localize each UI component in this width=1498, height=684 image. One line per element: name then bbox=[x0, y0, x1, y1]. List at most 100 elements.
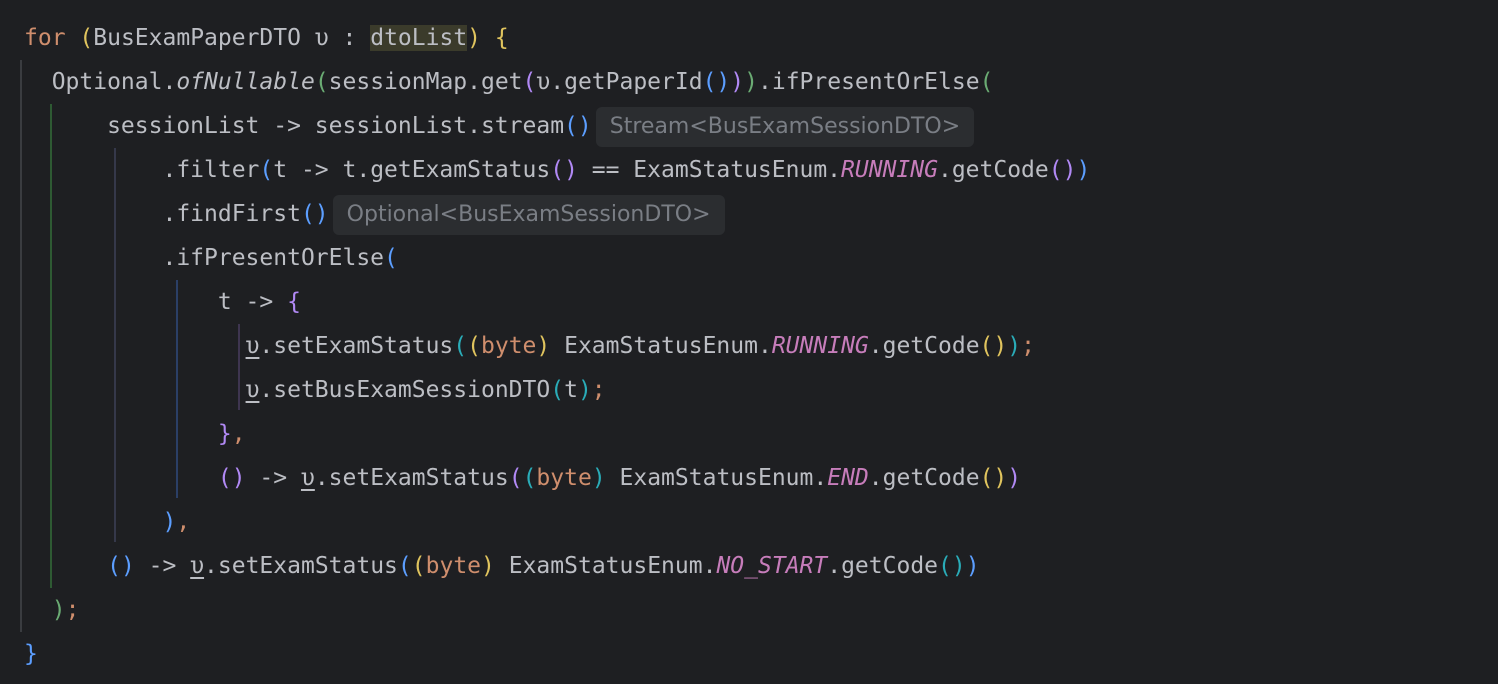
code-token: () bbox=[217, 465, 246, 491]
code-token: () bbox=[979, 333, 1008, 359]
code-token: υ bbox=[190, 553, 205, 579]
code-line[interactable]: υ.setBusExamSessionDTO(t); bbox=[24, 368, 606, 412]
code-token: for bbox=[24, 25, 66, 51]
code-line[interactable]: Optional.ofNullable(sessionMap.get(υ.get… bbox=[24, 60, 994, 104]
code-token: ( bbox=[467, 333, 482, 359]
code-token: ) bbox=[1007, 465, 1022, 491]
code-token: υ : bbox=[300, 25, 371, 51]
code-token: -> bbox=[245, 465, 301, 491]
code-token: END bbox=[827, 465, 869, 491]
code-token: Optional. bbox=[24, 69, 177, 95]
code-line[interactable]: for (BusExamPaperDTO υ : dtoList) { bbox=[24, 16, 509, 60]
code-token: { bbox=[287, 289, 301, 315]
code-token: ExamStatusEnum. bbox=[550, 333, 772, 359]
code-token: ) bbox=[965, 553, 980, 579]
code-token: ) bbox=[467, 25, 482, 51]
code-token: byte bbox=[481, 333, 537, 359]
code-token: ( bbox=[522, 465, 537, 491]
code-token: ofNullable bbox=[176, 69, 315, 95]
code-token: ) bbox=[51, 597, 66, 623]
code-token: ) bbox=[1007, 333, 1022, 359]
code-token: .setExamStatus bbox=[314, 465, 509, 491]
code-token: .findFirst bbox=[24, 201, 301, 227]
code-token: RUNNING bbox=[771, 333, 869, 359]
code-token: () bbox=[300, 201, 329, 227]
code-token: -> bbox=[134, 553, 191, 579]
code-token: byte bbox=[425, 553, 482, 579]
code-token: ) bbox=[536, 333, 551, 359]
code-line[interactable]: .findFirst() Optional<BusExamSessionDTO> bbox=[24, 192, 725, 236]
code-token: ( bbox=[397, 553, 412, 579]
code-token: ExamStatusEnum. bbox=[494, 553, 717, 579]
code-token: ExamStatusEnum. bbox=[605, 465, 828, 491]
code-token: ) bbox=[577, 377, 592, 403]
code-token: () bbox=[1048, 157, 1077, 183]
code-token: .getCode bbox=[868, 465, 980, 491]
code-token: ( bbox=[453, 333, 468, 359]
code-token: NO_START bbox=[716, 553, 828, 579]
code-token: ( bbox=[79, 25, 94, 51]
code-line[interactable]: t -> { bbox=[24, 280, 301, 324]
code-token: , bbox=[231, 421, 246, 447]
code-token: .getCode bbox=[868, 333, 980, 359]
code-token: υ bbox=[300, 465, 315, 491]
code-line[interactable]: ), bbox=[24, 500, 190, 544]
code-token: () bbox=[550, 157, 578, 183]
code-token: ) bbox=[1076, 157, 1091, 183]
code-token: .setBusExamSessionDTO bbox=[259, 377, 551, 403]
code-token: t -> bbox=[24, 289, 288, 315]
code-token: { bbox=[494, 25, 509, 51]
code-token: } bbox=[24, 641, 38, 667]
code-token: ) bbox=[591, 465, 606, 491]
code-token: υ bbox=[245, 377, 260, 403]
code-editor[interactable]: for (BusExamPaperDTO υ : dtoList) { Opti… bbox=[0, 0, 1498, 684]
code-line[interactable]: ); bbox=[24, 588, 80, 632]
code-token: () bbox=[702, 69, 731, 95]
type-inlay-hint: Optional<BusExamSessionDTO> bbox=[332, 194, 725, 235]
code-token: () bbox=[979, 465, 1008, 491]
code-token: sessionMap.get bbox=[328, 69, 523, 95]
code-line[interactable]: () -> υ.setExamStatus((byte) ExamStatusE… bbox=[24, 544, 980, 588]
code-line[interactable]: υ.setExamStatus((byte) ExamStatusEnum.RU… bbox=[24, 324, 1035, 368]
code-line[interactable]: sessionList -> sessionList.stream() Strea… bbox=[24, 104, 975, 148]
code-token: ( bbox=[259, 157, 274, 183]
code-token: () bbox=[564, 113, 592, 139]
code-token: sessionList -> sessionList.stream bbox=[24, 113, 565, 139]
code-line[interactable]: .filter(t -> t.getExamStatus() == ExamSt… bbox=[24, 148, 1090, 192]
code-token: .getCode bbox=[827, 553, 939, 579]
code-line[interactable]: } bbox=[24, 632, 38, 676]
code-token: ) bbox=[481, 553, 495, 579]
code-token: .ifPresentOrElse bbox=[24, 245, 385, 271]
code-token: () bbox=[938, 553, 966, 579]
code-token: ) bbox=[730, 69, 745, 95]
code-token: ( bbox=[550, 377, 565, 403]
code-token: == ExamStatusEnum. bbox=[577, 157, 842, 183]
code-token: ; bbox=[591, 377, 606, 403]
code-token: t bbox=[564, 377, 578, 403]
code-token: υ.getPaperId bbox=[536, 69, 703, 95]
code-token: byte bbox=[536, 465, 592, 491]
code-line[interactable]: }, bbox=[24, 412, 246, 456]
code-line[interactable]: () -> υ.setExamStatus((byte) ExamStatusE… bbox=[24, 456, 1021, 500]
code-line[interactable]: .ifPresentOrElse( bbox=[24, 236, 398, 280]
code-token: , bbox=[176, 509, 191, 535]
code-token: t -> t.getExamStatus bbox=[273, 157, 551, 183]
code-token: .filter bbox=[24, 157, 260, 183]
code-token: ( bbox=[508, 465, 523, 491]
code-token: ( bbox=[979, 69, 994, 95]
code-token: } bbox=[217, 421, 232, 447]
code-token: υ bbox=[245, 333, 260, 359]
code-token: ( bbox=[384, 245, 398, 271]
code-token: ) bbox=[744, 69, 758, 95]
code-token: .ifPresentOrElse bbox=[758, 69, 980, 95]
type-inlay-hint: Stream<BusExamSessionDTO> bbox=[595, 106, 975, 147]
code-token: ( bbox=[411, 553, 426, 579]
